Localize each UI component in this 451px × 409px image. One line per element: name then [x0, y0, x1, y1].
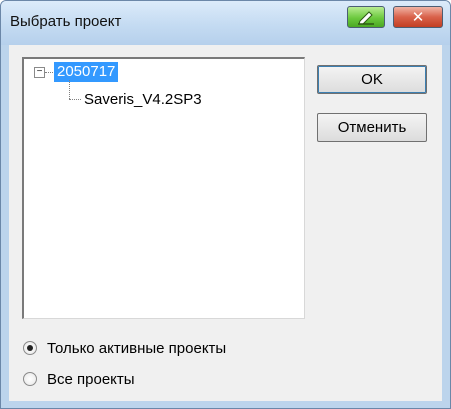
radio-label: Только активные проекты	[47, 339, 227, 357]
radio-all-projects[interactable]: Все проекты	[23, 369, 135, 389]
pen-icon	[358, 11, 374, 25]
radio-button[interactable]	[23, 372, 37, 386]
radio-label: Все проекты	[47, 370, 135, 388]
radio-button-checked[interactable]	[23, 341, 37, 355]
radio-active-projects[interactable]: Только активные проекты	[23, 338, 226, 358]
tree-connector	[69, 80, 70, 99]
ok-button[interactable]: OK	[317, 65, 427, 94]
window-title: Выбрать проект	[10, 13, 122, 30]
title-bar[interactable]: Выбрать проект ✕	[1, 1, 450, 45]
tree-connector	[45, 72, 53, 73]
ok-button-label: OK	[361, 71, 383, 88]
dialog-body: − 2050717 Saveris_V4.2SP3 OK Отменить То…	[9, 45, 442, 401]
titlebar-tool-button[interactable]	[347, 6, 385, 28]
select-project-dialog: Выбрать проект ✕ − 2050717 Saveris_V4.2S…	[0, 0, 451, 409]
tree-node-child[interactable]: Saveris_V4.2SP3	[84, 90, 202, 110]
collapse-icon[interactable]: −	[34, 67, 45, 78]
tree-connector	[69, 99, 81, 100]
close-button[interactable]: ✕	[393, 6, 443, 28]
tree-node-root[interactable]: 2050717	[54, 62, 119, 82]
cancel-button-label: Отменить	[337, 119, 407, 136]
cancel-button[interactable]: Отменить	[317, 113, 427, 142]
close-icon: ✕	[411, 9, 425, 26]
project-tree[interactable]: − 2050717 Saveris_V4.2SP3	[22, 57, 305, 319]
